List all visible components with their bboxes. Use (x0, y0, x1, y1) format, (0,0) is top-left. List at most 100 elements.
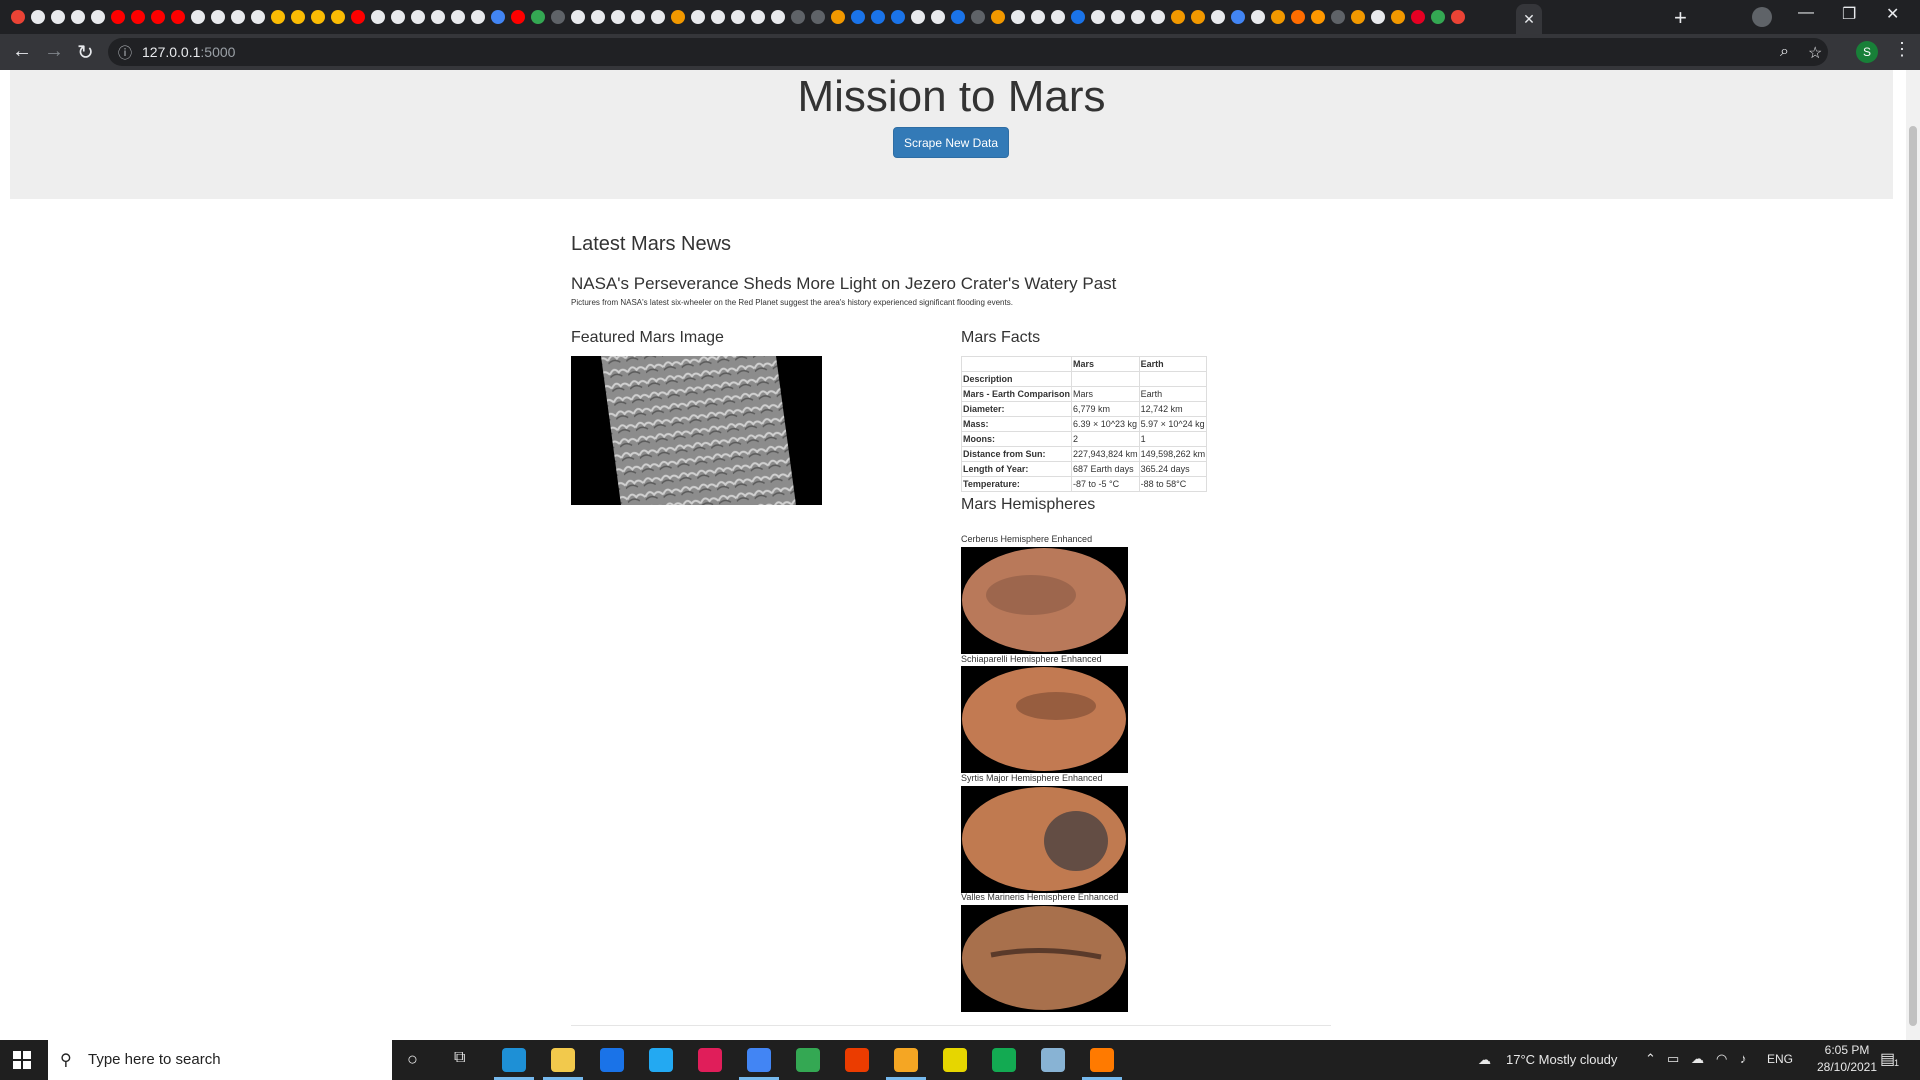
notification-center-icon[interactable]: ▤ (1880, 1049, 1895, 1069)
restore-icon[interactable]: ❐ (1842, 4, 1856, 24)
windows-start-icon[interactable] (13, 1051, 31, 1069)
page-scrollbar[interactable] (1906, 70, 1920, 1040)
tab-favicon-icon[interactable] (208, 7, 228, 27)
wifi-icon[interactable]: ◠ (1716, 1051, 1727, 1067)
tab-favicon-icon[interactable] (1328, 7, 1348, 27)
tab-favicon-icon[interactable] (168, 7, 188, 27)
profile-avatar[interactable]: S (1856, 41, 1878, 63)
tab-favicon-icon[interactable] (1408, 7, 1428, 27)
tab-favicon-icon[interactable] (128, 7, 148, 27)
tab-favicon-icon[interactable] (1268, 7, 1288, 27)
clock-time[interactable]: 6:05 PM (1807, 1043, 1887, 1057)
chrome-menu-icon[interactable]: ⋮ (1893, 39, 1911, 60)
app-icon[interactable] (1041, 1048, 1065, 1072)
mongodb-icon[interactable] (992, 1048, 1016, 1072)
tab-favicon-icon[interactable] (808, 7, 828, 27)
tab-favicon-icon[interactable] (308, 7, 328, 27)
tab-favicon-icon[interactable] (188, 7, 208, 27)
cortana-icon[interactable]: ○ (407, 1049, 418, 1070)
tab-favicon-icon[interactable] (48, 7, 68, 27)
tab-favicon-icon[interactable] (888, 7, 908, 27)
close-tab-icon[interactable]: ✕ (1523, 11, 1535, 27)
tab-favicon-icon[interactable] (468, 7, 488, 27)
tab-favicon-icon[interactable] (968, 7, 988, 27)
site-info-icon[interactable]: ⓘ (118, 43, 132, 63)
tab-favicon-icon[interactable] (1388, 7, 1408, 27)
tab-favicon-icon[interactable] (1008, 7, 1028, 27)
tab-favicon-icon[interactable] (88, 7, 108, 27)
active-tab[interactable]: ✕ (1516, 4, 1542, 34)
tab-favicon-icon[interactable] (1348, 7, 1368, 27)
tab-favicon-icon[interactable] (448, 7, 468, 27)
tab-favicon-icon[interactable] (1028, 7, 1048, 27)
tab-favicon-icon[interactable] (148, 7, 168, 27)
tab-favicon-icon[interactable] (1228, 7, 1248, 27)
tab-favicon-icon[interactable] (388, 7, 408, 27)
tab-favicon-icon[interactable] (1108, 7, 1128, 27)
tab-favicon-icon[interactable] (428, 7, 448, 27)
tab-favicon-icon[interactable] (1428, 7, 1448, 27)
tab-favicon-icon[interactable] (268, 7, 288, 27)
weather-text[interactable]: 17°C Mostly cloudy (1506, 1052, 1617, 1067)
new-tab-button[interactable]: + (1674, 5, 1687, 31)
url-text[interactable]: 127.0.0.1:5000 (142, 44, 235, 60)
tab-favicon-icon[interactable] (28, 7, 48, 27)
tab-favicon-icon[interactable] (568, 7, 588, 27)
tab-favicon-icon[interactable] (848, 7, 868, 27)
tab-favicon-icon[interactable] (988, 7, 1008, 27)
tab-favicon-icon[interactable] (8, 7, 28, 27)
tab-favicon-icon[interactable] (868, 7, 888, 27)
weather-icon[interactable]: ☁ (1478, 1052, 1491, 1068)
onedrive-icon[interactable]: ☁ (1691, 1051, 1704, 1067)
mail-icon[interactable] (600, 1048, 624, 1072)
minimize-icon[interactable]: — (1798, 4, 1814, 22)
tab-favicon-icon[interactable] (1208, 7, 1228, 27)
task-view-icon[interactable]: ⧉ (454, 1049, 465, 1067)
live-app-icon[interactable] (943, 1048, 967, 1072)
tab-favicon-icon[interactable] (548, 7, 568, 27)
scrape-new-data-button[interactable]: Scrape New Data (893, 127, 1009, 158)
bookmark-star-icon[interactable]: ☆ (1808, 43, 1822, 63)
tab-favicon-icon[interactable] (788, 7, 808, 27)
clock-date[interactable]: 28/10/2021 (1807, 1060, 1887, 1074)
zoom-icon[interactable]: ⌕ (1780, 43, 1789, 61)
address-bar[interactable]: ⓘ 127.0.0.1:5000 ⌕ ☆ (108, 38, 1828, 66)
forward-arrow-icon[interactable]: → (44, 40, 64, 63)
chrome-profile-icon[interactable] (1752, 7, 1772, 27)
git-app-icon[interactable] (894, 1048, 918, 1072)
tab-favicon-icon[interactable] (508, 7, 528, 27)
slack-icon[interactable] (698, 1048, 722, 1072)
tab-favicon-icon[interactable] (768, 7, 788, 27)
office-icon[interactable] (845, 1048, 869, 1072)
tab-favicon-icon[interactable] (408, 7, 428, 27)
tab-favicon-icon[interactable] (1448, 7, 1468, 27)
tab-favicon-icon[interactable] (708, 7, 728, 27)
language-indicator[interactable]: ENG (1767, 1052, 1793, 1066)
tab-favicon-icon[interactable] (68, 7, 88, 27)
tab-favicon-icon[interactable] (608, 7, 628, 27)
tray-overflow-icon[interactable]: ⌃ (1645, 1051, 1656, 1067)
tab-favicon-icon[interactable] (928, 7, 948, 27)
tab-favicon-icon[interactable] (1128, 7, 1148, 27)
tab-favicon-icon[interactable] (1368, 7, 1388, 27)
tab-favicon-icon[interactable] (1148, 7, 1168, 27)
tab-favicon-icon[interactable] (588, 7, 608, 27)
tab-favicon-icon[interactable] (368, 7, 388, 27)
tab-favicon-icon[interactable] (228, 7, 248, 27)
tab-favicon-icon[interactable] (668, 7, 688, 27)
battery-icon[interactable]: ▭ (1667, 1051, 1679, 1067)
tab-favicon-icon[interactable] (1188, 7, 1208, 27)
back-arrow-icon[interactable]: ← (12, 40, 32, 63)
taskbar-search-box[interactable]: ⚲ Type here to search (48, 1040, 392, 1080)
tab-favicon-icon[interactable] (1288, 7, 1308, 27)
tab-favicon-icon[interactable] (728, 7, 748, 27)
tab-favicon-icon[interactable] (488, 7, 508, 27)
notepad-app-icon[interactable] (1090, 1048, 1114, 1072)
tab-favicon-icon[interactable] (1088, 7, 1108, 27)
tab-favicon-icon[interactable] (648, 7, 668, 27)
vscode-icon[interactable] (649, 1048, 673, 1072)
tab-favicon-icon[interactable] (348, 7, 368, 27)
window-close-icon[interactable]: ✕ (1886, 4, 1899, 24)
tab-favicon-icon[interactable] (1068, 7, 1088, 27)
volume-icon[interactable]: ♪ (1740, 1051, 1747, 1066)
